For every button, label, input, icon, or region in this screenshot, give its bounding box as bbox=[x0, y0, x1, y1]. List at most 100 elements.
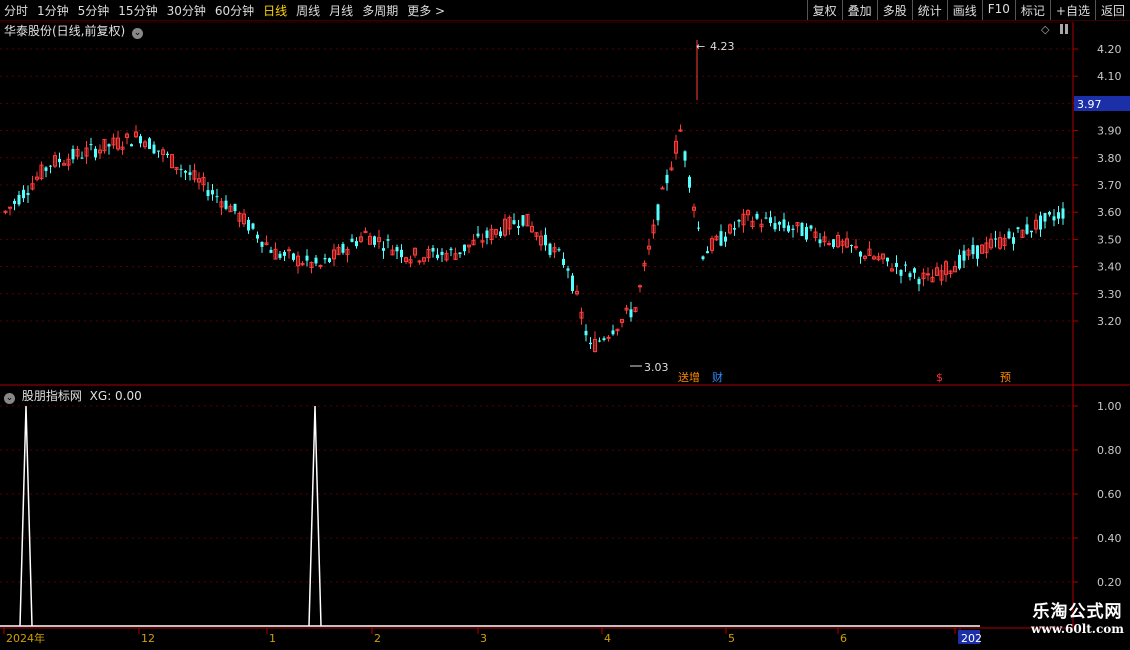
candle-body bbox=[499, 231, 502, 237]
candle-body bbox=[589, 342, 592, 345]
low-price-label: 3.03 bbox=[644, 361, 669, 374]
candle-body bbox=[49, 165, 52, 167]
candle-body bbox=[13, 200, 16, 204]
candle-body bbox=[913, 268, 916, 273]
candle-body bbox=[660, 187, 665, 190]
high-marker: ← bbox=[696, 40, 705, 53]
event-mark: 预 bbox=[1000, 371, 1011, 384]
chevron-down-icon[interactable]: ⌄ bbox=[132, 28, 144, 39]
watermark-url: www.60lt.com bbox=[1031, 622, 1124, 636]
candle-body bbox=[188, 172, 192, 175]
candle-body bbox=[256, 234, 259, 239]
date-label: 12 bbox=[141, 632, 155, 645]
candle-body bbox=[755, 213, 759, 219]
candle-body bbox=[517, 225, 520, 228]
candle-body bbox=[314, 257, 318, 264]
candle-body bbox=[764, 217, 768, 219]
candle-body bbox=[206, 190, 210, 197]
candle-body bbox=[107, 144, 111, 147]
candle-body bbox=[355, 241, 358, 247]
current-price-label: 3.97 bbox=[1077, 98, 1102, 111]
candle-body bbox=[251, 223, 255, 229]
candle-body bbox=[926, 273, 930, 276]
indicator-tick-label: 1.00 bbox=[1097, 400, 1122, 413]
candle-body bbox=[350, 238, 354, 242]
candle-body bbox=[656, 204, 660, 221]
candle-body bbox=[904, 264, 907, 266]
candle-body bbox=[1039, 215, 1042, 230]
price-tick-label: 3.90 bbox=[1097, 125, 1122, 138]
candle-body bbox=[719, 231, 723, 246]
candle-body bbox=[89, 144, 93, 146]
candle-body bbox=[557, 249, 561, 251]
date-label: 6 bbox=[840, 632, 847, 645]
candle-body bbox=[958, 254, 961, 269]
indicator-name: 股朋指标网 bbox=[21, 389, 82, 403]
price-tick-label: 4.20 bbox=[1097, 43, 1122, 56]
candle-body bbox=[395, 247, 399, 252]
candle-body bbox=[787, 225, 790, 232]
pause-icon bbox=[1065, 24, 1068, 34]
candle-body bbox=[139, 136, 142, 144]
date-label: 2 bbox=[374, 632, 381, 645]
candle-body bbox=[215, 196, 219, 198]
candle-body bbox=[1048, 212, 1051, 215]
chart-canvas[interactable]: 4.204.104.003.903.803.703.603.503.403.30… bbox=[0, 0, 1130, 650]
date-label: 202 bbox=[961, 632, 982, 645]
indicator-tick-label: 0.20 bbox=[1097, 576, 1122, 589]
candle-body bbox=[17, 194, 21, 205]
candle-body bbox=[431, 247, 435, 252]
price-tick-label: 3.40 bbox=[1097, 261, 1122, 274]
candle-body bbox=[818, 239, 822, 244]
candle-body bbox=[224, 200, 228, 209]
price-tick-label: 3.30 bbox=[1097, 288, 1122, 301]
candle-body bbox=[1057, 212, 1060, 219]
candle-body bbox=[697, 227, 700, 229]
event-mark: 财 bbox=[712, 370, 723, 384]
candle-body bbox=[976, 245, 979, 259]
candle-body bbox=[521, 215, 525, 226]
candle-body bbox=[809, 225, 813, 229]
candle-body bbox=[971, 244, 975, 255]
candle-body bbox=[917, 278, 921, 285]
candle-body bbox=[895, 263, 898, 268]
date-label: 4 bbox=[604, 632, 611, 645]
date-label: 2024年 bbox=[6, 631, 45, 645]
price-tick-label: 3.70 bbox=[1097, 179, 1122, 192]
candle-body bbox=[854, 246, 858, 249]
candle-body bbox=[26, 193, 30, 196]
candle-body bbox=[683, 151, 687, 161]
candle-body bbox=[724, 236, 727, 242]
candle-body bbox=[706, 251, 709, 254]
candle-body bbox=[859, 251, 862, 257]
candle-body bbox=[733, 228, 736, 230]
candle-body bbox=[1052, 216, 1056, 221]
price-tick-label: 4.10 bbox=[1097, 70, 1122, 83]
site-watermark: 乐淘公式网 www.60lt.com bbox=[1031, 597, 1124, 636]
candle-body bbox=[827, 243, 831, 246]
diamond-icon: ◇ bbox=[1041, 23, 1050, 36]
candle-body bbox=[318, 265, 323, 268]
candle-body bbox=[386, 239, 390, 241]
candle-body bbox=[782, 219, 786, 228]
candle-body bbox=[449, 248, 453, 251]
candle-body bbox=[292, 253, 295, 260]
candle-body bbox=[800, 222, 804, 236]
candle-body bbox=[179, 168, 183, 170]
stock-title: 华泰股份(日线,前复权) bbox=[4, 24, 126, 38]
candle-body bbox=[58, 158, 61, 163]
candle-body bbox=[994, 238, 997, 240]
indicator-tick-label: 0.80 bbox=[1097, 444, 1122, 457]
candle-body bbox=[1043, 213, 1047, 222]
candle-body bbox=[571, 275, 574, 292]
candle-body bbox=[148, 138, 151, 150]
candle-body bbox=[791, 228, 795, 230]
candle-body bbox=[440, 251, 444, 255]
candle-body bbox=[278, 253, 282, 258]
candle-body bbox=[247, 219, 250, 231]
chevron-down-icon[interactable]: ⌄ bbox=[4, 393, 15, 404]
candle-body bbox=[544, 234, 547, 246]
candle-body bbox=[382, 248, 385, 251]
candle-body bbox=[688, 176, 691, 188]
date-label: 5 bbox=[728, 632, 735, 645]
